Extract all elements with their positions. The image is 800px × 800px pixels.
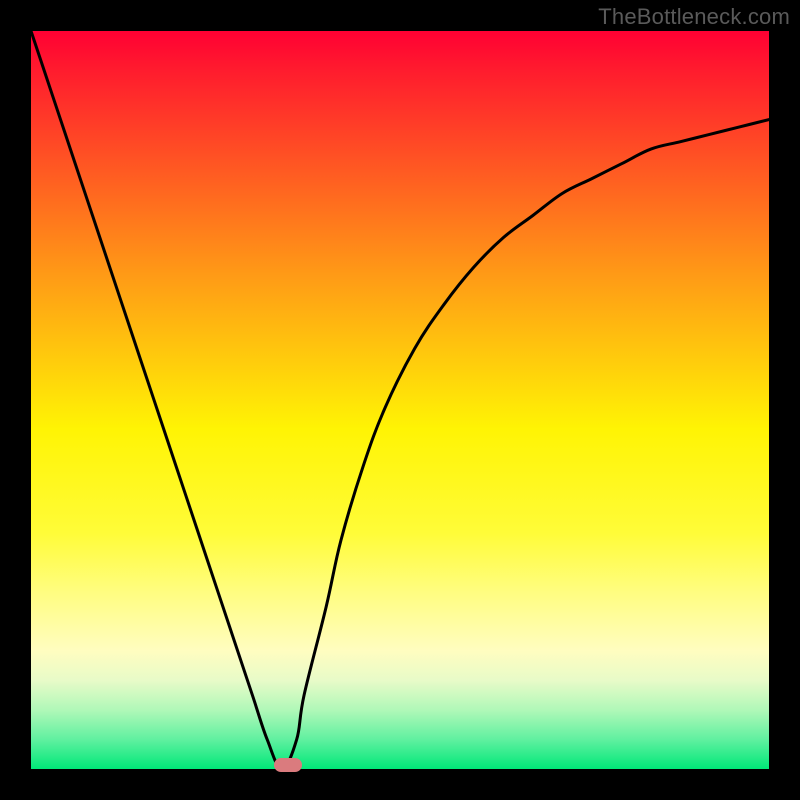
bottleneck-curve	[31, 31, 769, 769]
plot-area	[31, 31, 769, 769]
watermark-text: TheBottleneck.com	[598, 4, 790, 30]
optimum-marker	[274, 758, 302, 772]
chart-container: TheBottleneck.com	[0, 0, 800, 800]
curve-svg	[31, 31, 769, 769]
